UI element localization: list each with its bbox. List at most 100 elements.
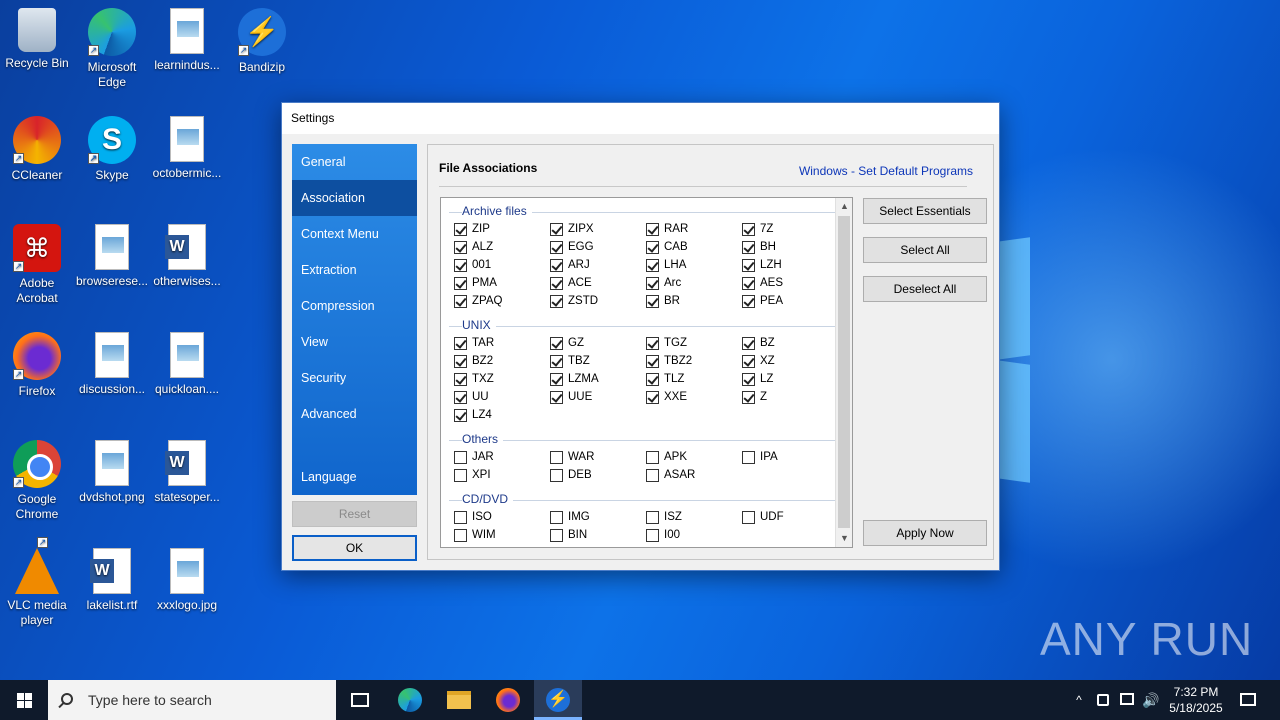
checkbox-checked-icon[interactable] [646, 390, 659, 404]
checkbox-checked-icon[interactable] [646, 276, 659, 290]
checkbox-checked-icon[interactable] [742, 372, 755, 386]
checkbox-checked-icon[interactable] [454, 258, 467, 272]
checkbox-checked-icon[interactable] [742, 222, 755, 236]
checkbox-unchecked-icon[interactable] [550, 450, 563, 464]
checkbox-aes[interactable]: AES [742, 274, 838, 292]
checkbox-checked-icon[interactable] [646, 240, 659, 254]
checkbox-checked-icon[interactable] [646, 294, 659, 308]
checkbox-zipx[interactable]: ZIPX [550, 220, 646, 238]
sidebar-item-association[interactable]: Association [292, 180, 417, 216]
desktop-icon[interactable]: ↗ Google Chrome [0, 440, 74, 522]
checkbox-checked-icon[interactable] [646, 372, 659, 386]
scrollbar[interactable]: ▲ ▼ [835, 198, 852, 547]
checkbox-iso[interactable]: ISO [454, 508, 550, 526]
checkbox-zip[interactable]: ZIP [454, 220, 550, 238]
checkbox-xxe[interactable]: XXE [646, 388, 742, 406]
ok-button[interactable]: OK [292, 535, 417, 561]
checkbox-checked-icon[interactable] [742, 390, 755, 404]
desktop-icon[interactable]: xxxlogo.jpg [150, 548, 224, 613]
desktop-icon[interactable]: ⌘ ↗ Adobe Acrobat [0, 224, 74, 306]
checkbox-txz[interactable]: TXZ [454, 370, 550, 388]
select-essentials-button[interactable]: Select Essentials [863, 198, 987, 224]
checkbox-ace[interactable]: ACE [550, 274, 646, 292]
checkbox-checked-icon[interactable] [550, 354, 563, 368]
desktop-icon[interactable]: Wlakelist.rtf [75, 548, 149, 613]
taskbar-firefox[interactable] [484, 680, 532, 720]
notification-icon[interactable] [1238, 680, 1258, 720]
checkbox-bz2[interactable]: BZ2 [454, 352, 550, 370]
checkbox-checked-icon[interactable] [454, 336, 467, 350]
checkbox-xpi[interactable]: XPI [454, 466, 550, 484]
taskbar-search-box[interactable]: Type here to search [48, 680, 336, 720]
desktop-icon[interactable]: ↗ CCleaner [0, 116, 74, 183]
network-icon[interactable] [1118, 680, 1136, 720]
checkbox-lzh[interactable]: LZH [742, 256, 838, 274]
sidebar-item-security[interactable]: Security [292, 360, 417, 396]
checkbox-uue[interactable]: UUE [550, 388, 646, 406]
desktop-icon[interactable]: browserese... [75, 224, 149, 289]
desktop-icon[interactable]: octobermic... [150, 116, 224, 181]
checkbox-jar[interactable]: JAR [454, 448, 550, 466]
checkbox-gz[interactable]: GZ [550, 334, 646, 352]
checkbox-unchecked-icon[interactable] [454, 528, 467, 542]
sidebar-item-context-menu[interactable]: Context Menu [292, 216, 417, 252]
scrollbar-thumb[interactable] [838, 216, 850, 528]
desktop-icon[interactable]: Wstatesoper... [150, 440, 224, 505]
checkbox-checked-icon[interactable] [454, 276, 467, 290]
checkbox-checked-icon[interactable] [550, 276, 563, 290]
meet-now-icon[interactable] [1095, 680, 1111, 720]
desktop-icon[interactable]: ↗ VLC media player [0, 537, 74, 628]
checkbox-unchecked-icon[interactable] [646, 510, 659, 524]
checkbox-asar[interactable]: ASAR [646, 466, 742, 484]
checkbox-z[interactable]: Z [742, 388, 838, 406]
checkbox-zstd[interactable]: ZSTD [550, 292, 646, 310]
checkbox-checked-icon[interactable] [454, 408, 467, 422]
taskbar-file-explorer[interactable] [435, 680, 483, 720]
checkbox-unchecked-icon[interactable] [646, 450, 659, 464]
checkbox-checked-icon[interactable] [454, 354, 467, 368]
checkbox-checked-icon[interactable] [742, 276, 755, 290]
scroll-up-icon[interactable]: ▲ [836, 198, 852, 215]
association-list[interactable]: Archive files ZIP ZIPX RAR 7Z ALZ EGG CAB BH 001 A… [440, 197, 853, 548]
checkbox-zpaq[interactable]: ZPAQ [454, 292, 550, 310]
apply-now-button[interactable]: Apply Now [863, 520, 987, 546]
checkbox-apk[interactable]: APK [646, 448, 742, 466]
checkbox-udf[interactable]: UDF [742, 508, 838, 526]
checkbox-bz[interactable]: BZ [742, 334, 838, 352]
checkbox-7z[interactable]: 7Z [742, 220, 838, 238]
desktop-icon[interactable]: ↗ Microsoft Edge [75, 8, 149, 90]
checkbox-deb[interactable]: DEB [550, 466, 646, 484]
checkbox-uu[interactable]: UU [454, 388, 550, 406]
checkbox-ipa[interactable]: IPA [742, 448, 838, 466]
checkbox-lz[interactable]: LZ [742, 370, 838, 388]
checkbox-arc[interactable]: Arc [646, 274, 742, 292]
checkbox-cab[interactable]: CAB [646, 238, 742, 256]
sidebar-item-view[interactable]: View [292, 324, 417, 360]
checkbox-checked-icon[interactable] [742, 354, 755, 368]
checkbox-checked-icon[interactable] [550, 294, 563, 308]
checkbox-tar[interactable]: TAR [454, 334, 550, 352]
sidebar-item-language[interactable]: Language [292, 459, 417, 495]
checkbox-egg[interactable]: EGG [550, 238, 646, 256]
checkbox-pma[interactable]: PMA [454, 274, 550, 292]
deselect-all-button[interactable]: Deselect All [863, 276, 987, 302]
desktop-icon[interactable]: ⚡ ↗ Bandizip [225, 8, 299, 75]
clock[interactable]: 7:32 PM 5/18/2025 [1160, 684, 1232, 716]
checkbox-checked-icon[interactable] [550, 372, 563, 386]
checkbox-wim[interactable]: WIM [454, 526, 550, 544]
checkbox-checked-icon[interactable] [742, 258, 755, 272]
checkbox-unchecked-icon[interactable] [742, 510, 755, 524]
checkbox-arj[interactable]: ARJ [550, 256, 646, 274]
desktop-icon[interactable]: S ↗ Skype [75, 116, 149, 183]
checkbox-img[interactable]: IMG [550, 508, 646, 526]
checkbox-checked-icon[interactable] [550, 336, 563, 350]
checkbox-bin[interactable]: BIN [550, 526, 646, 544]
desktop-icon[interactable]: Wotherwises... [150, 224, 224, 289]
checkbox-lzma[interactable]: LZMA [550, 370, 646, 388]
desktop-icon[interactable]: Recycle Bin [0, 8, 74, 71]
chevron-up-icon[interactable]: ^ [1070, 680, 1088, 720]
checkbox-checked-icon[interactable] [454, 294, 467, 308]
taskbar-edge[interactable] [386, 680, 434, 720]
checkbox-unchecked-icon[interactable] [550, 510, 563, 524]
checkbox-checked-icon[interactable] [742, 336, 755, 350]
